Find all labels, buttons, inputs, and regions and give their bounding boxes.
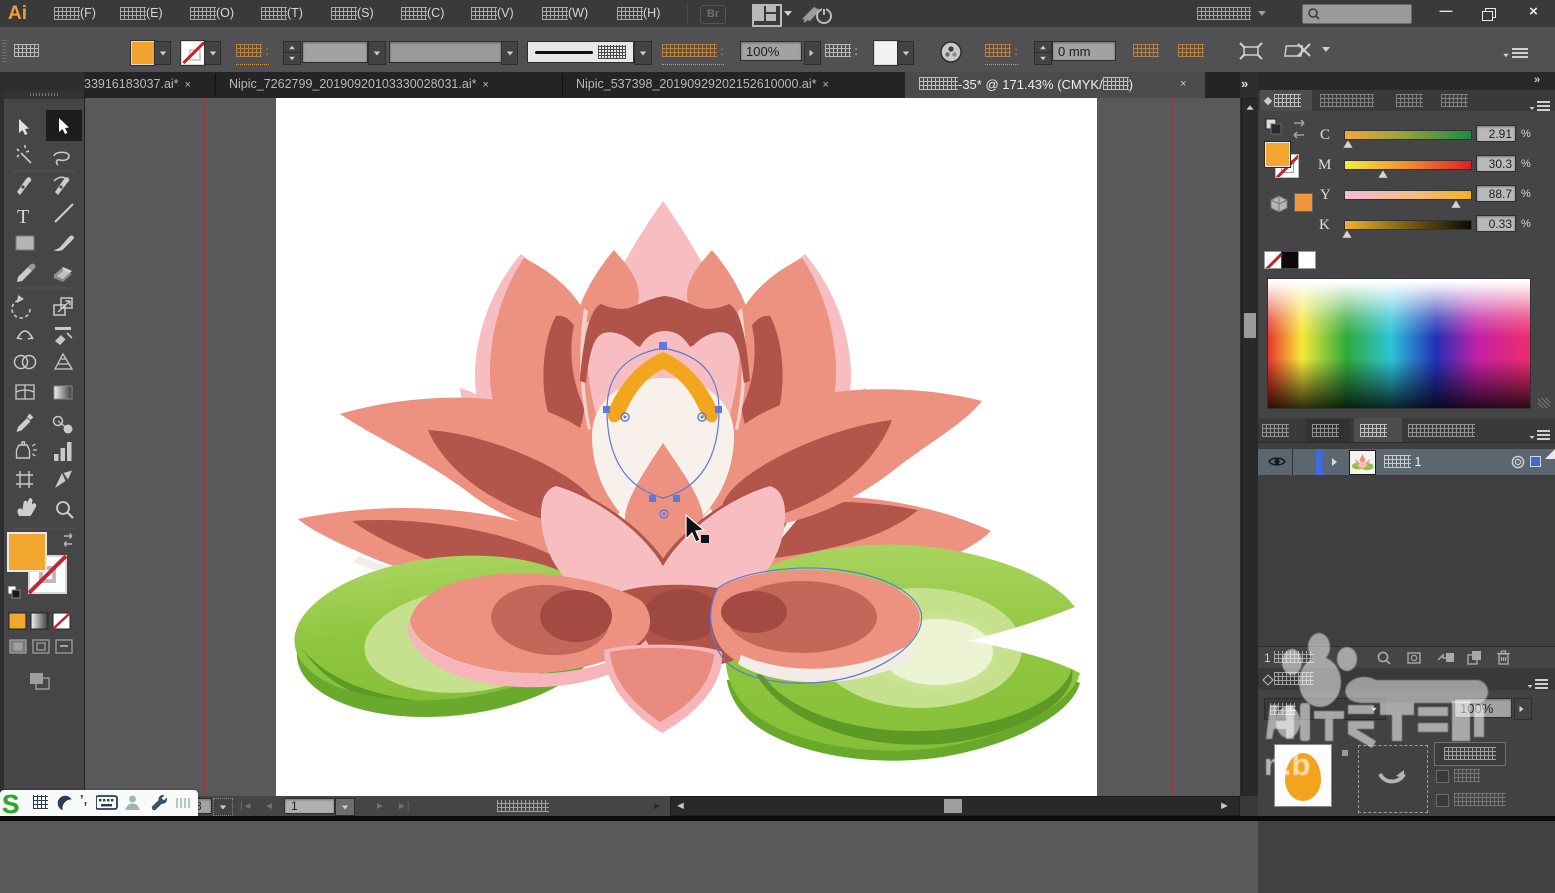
svg-text:T: T xyxy=(17,206,29,228)
